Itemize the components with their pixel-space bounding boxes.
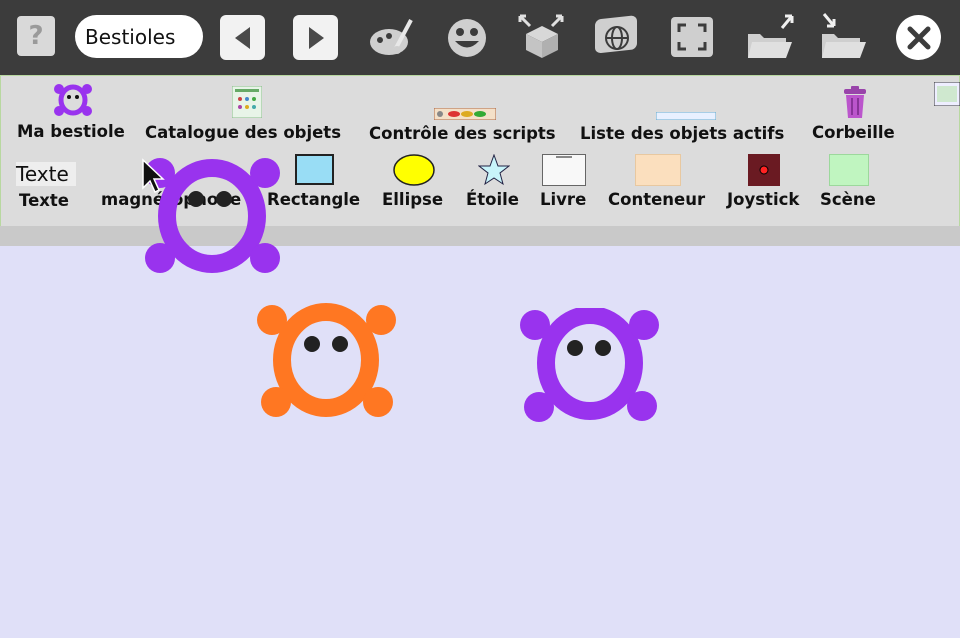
flap-item-ellipse[interactable]: Ellipse: [382, 190, 443, 209]
open-project-button[interactable]: [744, 14, 796, 60]
joystick-icon[interactable]: [748, 154, 780, 186]
flap-item-scene[interactable]: Scène: [820, 190, 876, 209]
share-button[interactable]: [590, 14, 642, 60]
rectangle-shape-icon[interactable]: [295, 154, 334, 185]
globe-icon: [595, 15, 637, 53]
purple-bestiole[interactable]: [518, 308, 662, 426]
orange-bestiole[interactable]: [256, 303, 398, 419]
help-icon: ?: [28, 21, 44, 51]
scripts-thumbnail-icon[interactable]: [434, 108, 496, 120]
flap-item-texte[interactable]: Texte: [19, 191, 69, 210]
flap-item-etoile[interactable]: Étoile: [466, 190, 519, 209]
flap-item-conteneur[interactable]: Conteneur: [608, 190, 705, 209]
trash-icon[interactable]: [842, 86, 868, 119]
star-shape-icon[interactable]: [478, 154, 510, 186]
flap-item-liste-objets[interactable]: Liste des objets actifs: [580, 124, 784, 143]
side-flap-tab-icon[interactable]: [934, 82, 960, 106]
fullscreen-icon: [671, 17, 713, 57]
flap-item-catalogue[interactable]: Catalogue des objets: [145, 123, 341, 142]
supplies-button[interactable]: [515, 14, 567, 60]
flap-item-controle-scripts[interactable]: Contrôle des scripts: [369, 124, 556, 143]
forward-button[interactable]: [293, 15, 338, 60]
paint-button[interactable]: [366, 14, 418, 60]
new-object-button[interactable]: [441, 14, 493, 60]
close-button[interactable]: [896, 15, 941, 60]
forward-icon: [308, 26, 324, 49]
save-folder-icon: [822, 13, 866, 58]
flap-item-joystick[interactable]: Joystick: [727, 190, 799, 209]
close-icon: [907, 26, 930, 49]
active-objects-thumbnail-icon[interactable]: [656, 112, 716, 120]
book-icon[interactable]: [542, 154, 586, 186]
scene-icon[interactable]: [829, 154, 869, 186]
flap-item-ma-bestiole[interactable]: Ma bestiole: [17, 122, 125, 141]
flap-item-livre[interactable]: Livre: [540, 190, 586, 209]
container-icon[interactable]: [635, 154, 681, 186]
ellipse-shape-icon[interactable]: [393, 154, 435, 186]
paint-icon: [370, 19, 413, 55]
box-icon: [518, 14, 564, 58]
smiley-icon: [448, 19, 486, 57]
project-name-field[interactable]: Bestioles: [75, 15, 203, 58]
main-toolbar: ? Bestioles: [0, 0, 960, 75]
mouse-cursor-icon: [142, 158, 165, 194]
fullscreen-button[interactable]: [666, 14, 718, 60]
back-icon: [234, 26, 250, 49]
flap-item-corbeille[interactable]: Corbeille: [812, 123, 895, 142]
texte-preview[interactable]: Texte: [16, 162, 76, 186]
back-button[interactable]: [220, 15, 265, 60]
open-folder-icon: [748, 14, 794, 58]
catalog-thumbnail-icon[interactable]: [232, 86, 262, 118]
help-button[interactable]: ?: [17, 16, 55, 56]
bestiole-thumbnail-icon[interactable]: [53, 83, 93, 117]
save-project-button[interactable]: [818, 13, 870, 60]
